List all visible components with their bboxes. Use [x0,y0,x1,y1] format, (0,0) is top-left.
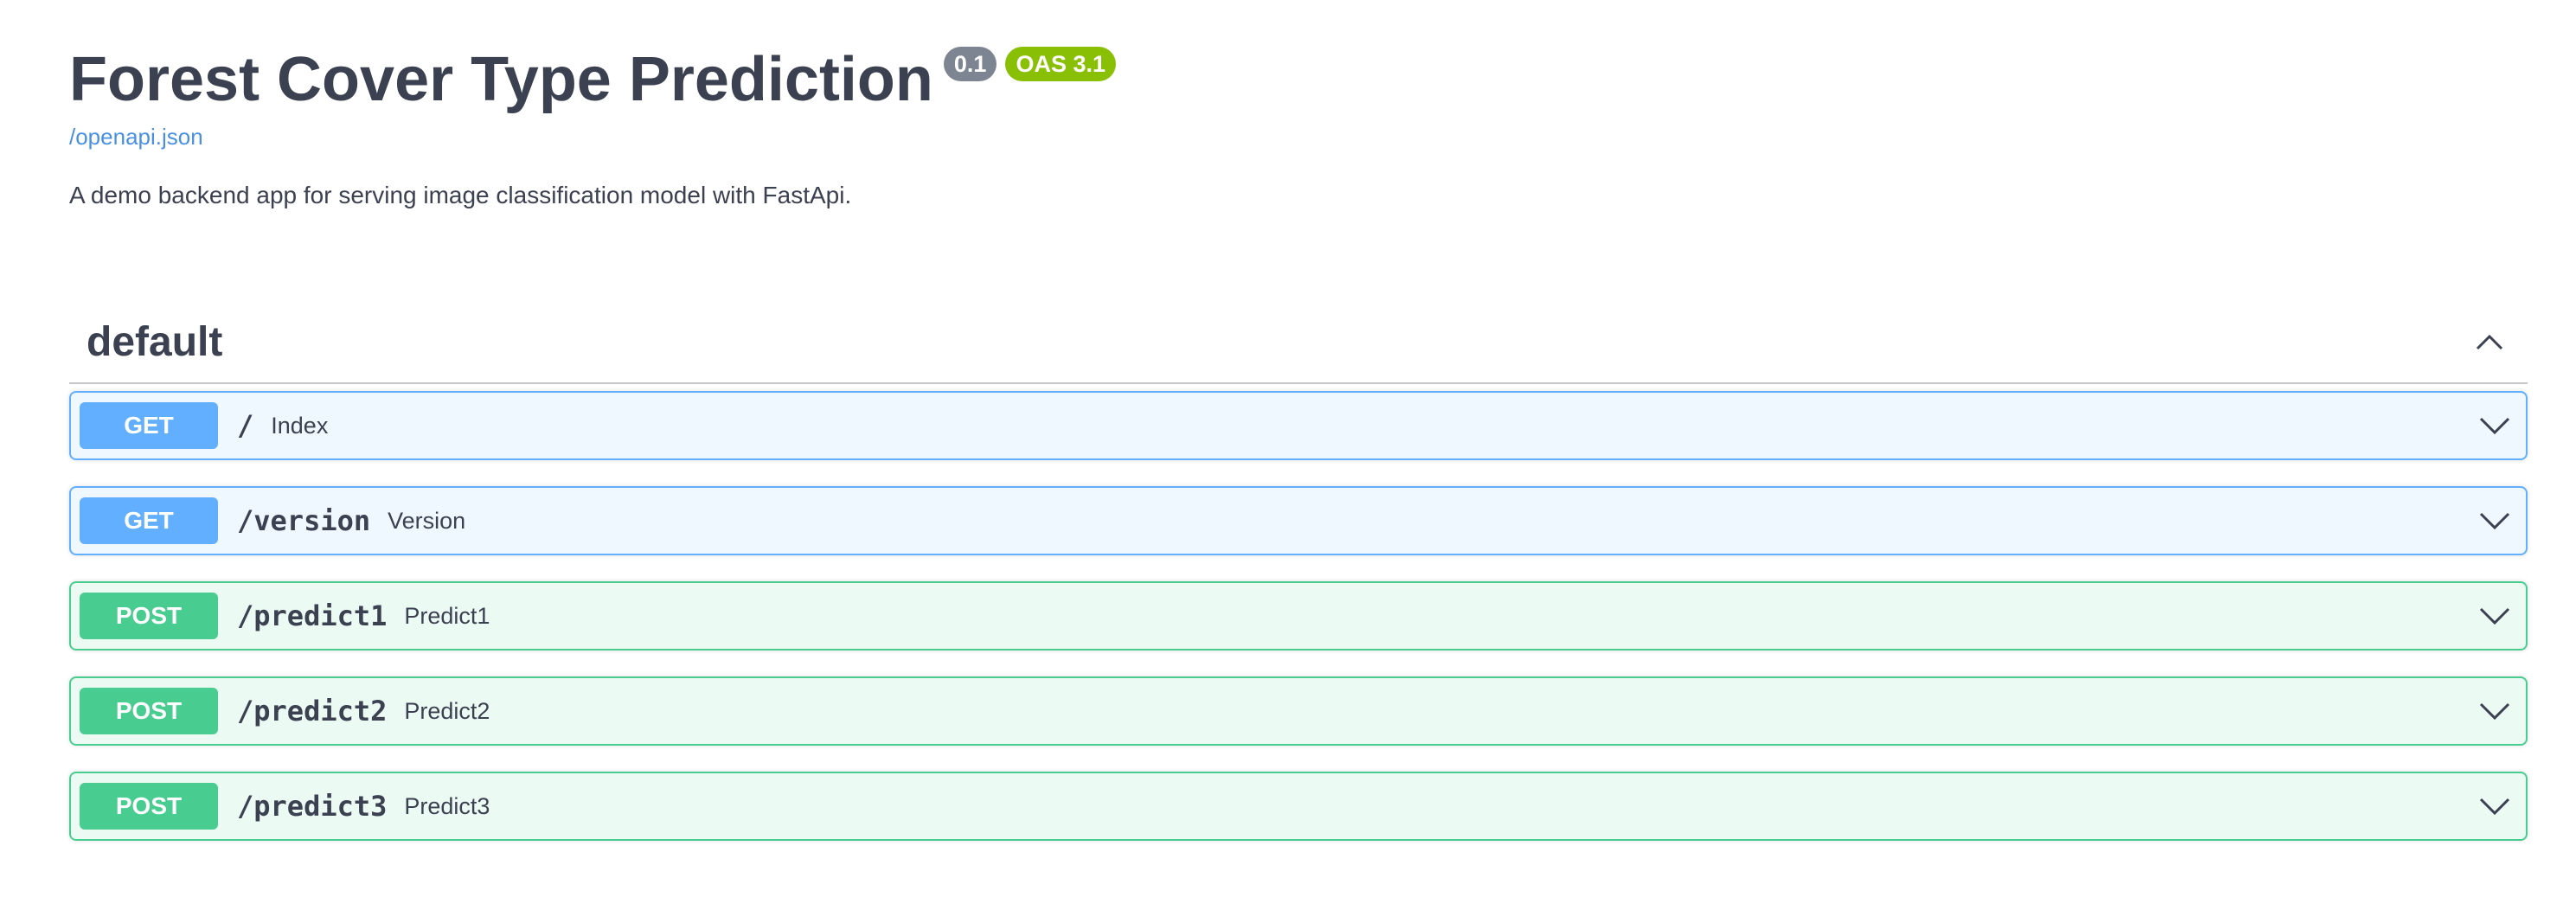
tag-section-default: default GET / Index GET /version Version… [69,301,2528,867]
chevron-down-icon[interactable] [2476,597,2514,635]
chevron-up-icon[interactable] [2469,321,2510,362]
opblock-get-version[interactable]: GET /version Version [69,486,2528,555]
endpoint-summary: Version [388,507,466,534]
endpoint-path: /version [237,504,371,537]
version-badge: 0.1 [943,47,997,81]
chevron-down-icon[interactable] [2476,502,2514,540]
endpoint-path: /predict1 [237,599,388,632]
oas-badge: OAS 3.1 [1005,47,1116,81]
api-info: Forest Cover Type Prediction 0.1 OAS 3.1… [69,38,2526,213]
endpoint-summary: Predict1 [404,602,490,629]
openapi-json-link[interactable]: /openapi.json [69,121,2526,152]
tag-name: default [87,318,223,365]
chevron-down-icon[interactable] [2476,692,2514,730]
swagger-ui: Forest Cover Type Prediction 0.1 OAS 3.1… [0,0,2576,910]
endpoint-summary: Predict2 [404,697,490,724]
endpoint-path: /predict3 [237,790,388,823]
page-title: Forest Cover Type Prediction [69,45,933,114]
endpoint-path: /predict2 [237,695,388,727]
chevron-down-icon[interactable] [2476,407,2514,445]
opblock-post-predict3[interactable]: POST /predict3 Predict3 [69,772,2528,841]
endpoint-path: / [237,409,254,442]
operations-list: GET / Index GET /version Version POST /p… [69,391,2528,841]
tag-header[interactable]: default [69,301,2528,384]
opblock-post-predict1[interactable]: POST /predict1 Predict1 [69,581,2528,650]
endpoint-summary: Predict3 [404,792,490,819]
opblock-post-predict2[interactable]: POST /predict2 Predict2 [69,676,2528,746]
endpoint-summary: Index [271,412,329,439]
opblock-get-index[interactable]: GET / Index [69,391,2528,460]
api-description: A demo backend app for serving image cla… [69,182,852,208]
title-row: Forest Cover Type Prediction 0.1 OAS 3.1 [69,38,2526,121]
method-badge: POST [80,783,218,830]
method-badge: POST [80,688,218,734]
method-badge: GET [80,497,218,544]
method-badge: GET [80,402,218,449]
method-badge: POST [80,593,218,639]
chevron-down-icon[interactable] [2476,787,2514,825]
